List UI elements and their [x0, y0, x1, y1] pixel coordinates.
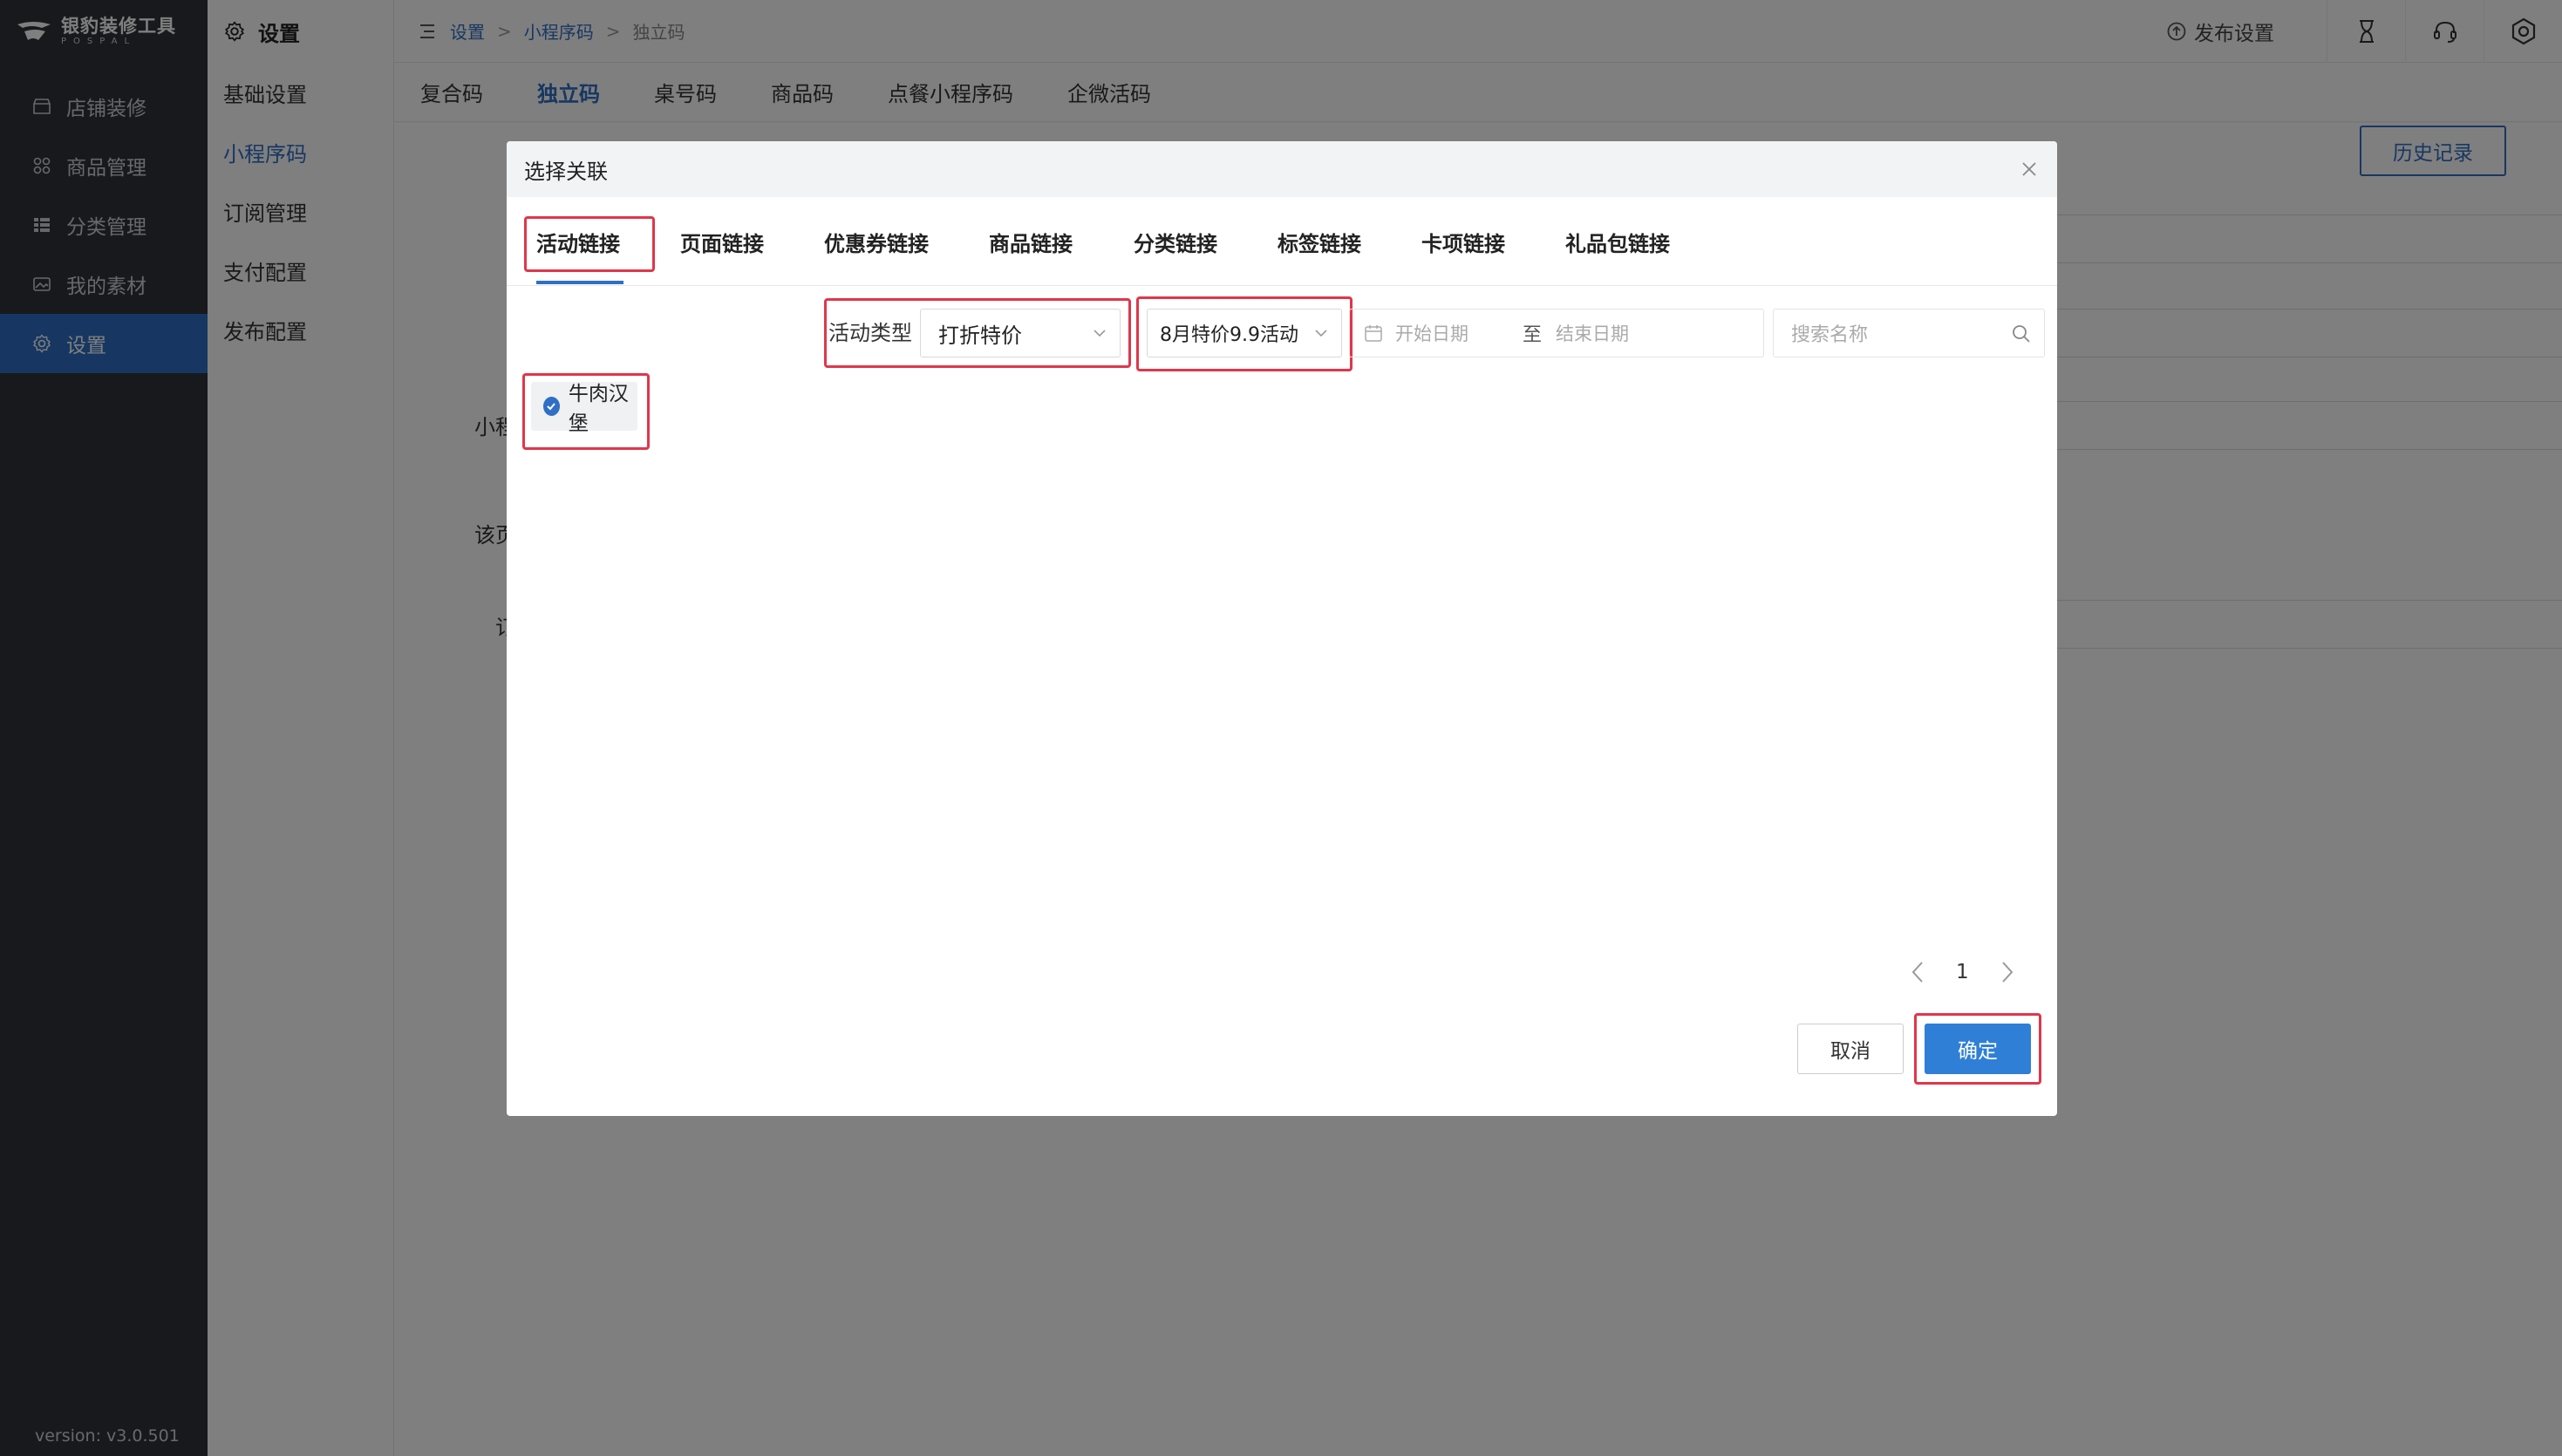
chevron-left-icon[interactable]	[1911, 961, 1925, 983]
search-input[interactable]: 搜索名称	[1773, 309, 2045, 357]
page-number[interactable]: 1	[1956, 961, 1969, 983]
link-type-tabs: 活动链接 页面链接 优惠券链接 商品链接 分类链接 标签链接 卡项链接 礼品包链…	[507, 197, 2057, 286]
tab-coupon-link[interactable]: 优惠券链接	[824, 197, 929, 286]
end-date-placeholder[interactable]: 结束日期	[1556, 320, 1629, 346]
close-icon	[2022, 162, 2036, 176]
search-placeholder: 搜索名称	[1791, 324, 1869, 346]
tab-gift-pack-link[interactable]: 礼品包链接	[1565, 197, 1670, 286]
tab-product-link[interactable]: 商品链接	[989, 197, 1073, 286]
pagination: 1	[1911, 961, 2014, 983]
highlight-box-item	[522, 373, 650, 450]
search-icon[interactable]	[2011, 323, 2032, 344]
highlight-box-tab	[524, 216, 655, 272]
date-range-picker[interactable]: 开始日期 至 结束日期	[1349, 309, 1764, 357]
dialog-title: 选择关联	[524, 159, 608, 184]
dialog-close-button[interactable]	[2015, 155, 2043, 183]
highlight-box-activity-type	[824, 298, 1131, 368]
tab-page-link[interactable]: 页面链接	[680, 197, 764, 286]
start-date-placeholder[interactable]: 开始日期	[1395, 320, 1468, 346]
tab-category-link[interactable]: 分类链接	[1134, 197, 1217, 286]
tab-tag-link[interactable]: 标签链接	[1278, 197, 1361, 286]
active-tab-indicator	[536, 281, 623, 284]
highlight-box-activity	[1136, 296, 1353, 371]
date-range-separator: 至	[1523, 324, 1543, 346]
chevron-right-icon[interactable]	[2000, 961, 2014, 983]
highlight-box-confirm	[1914, 1013, 2041, 1085]
select-link-dialog: 选择关联 活动链接 页面链接 优惠券链接 商品链接 分类链接 标签链接 卡项链接…	[507, 141, 2057, 1116]
cancel-button[interactable]: 取消	[1797, 1024, 1904, 1074]
dialog-header: 选择关联	[507, 141, 2057, 197]
tab-card-item-link[interactable]: 卡项链接	[1421, 197, 1505, 286]
calendar-icon	[1365, 325, 1382, 342]
